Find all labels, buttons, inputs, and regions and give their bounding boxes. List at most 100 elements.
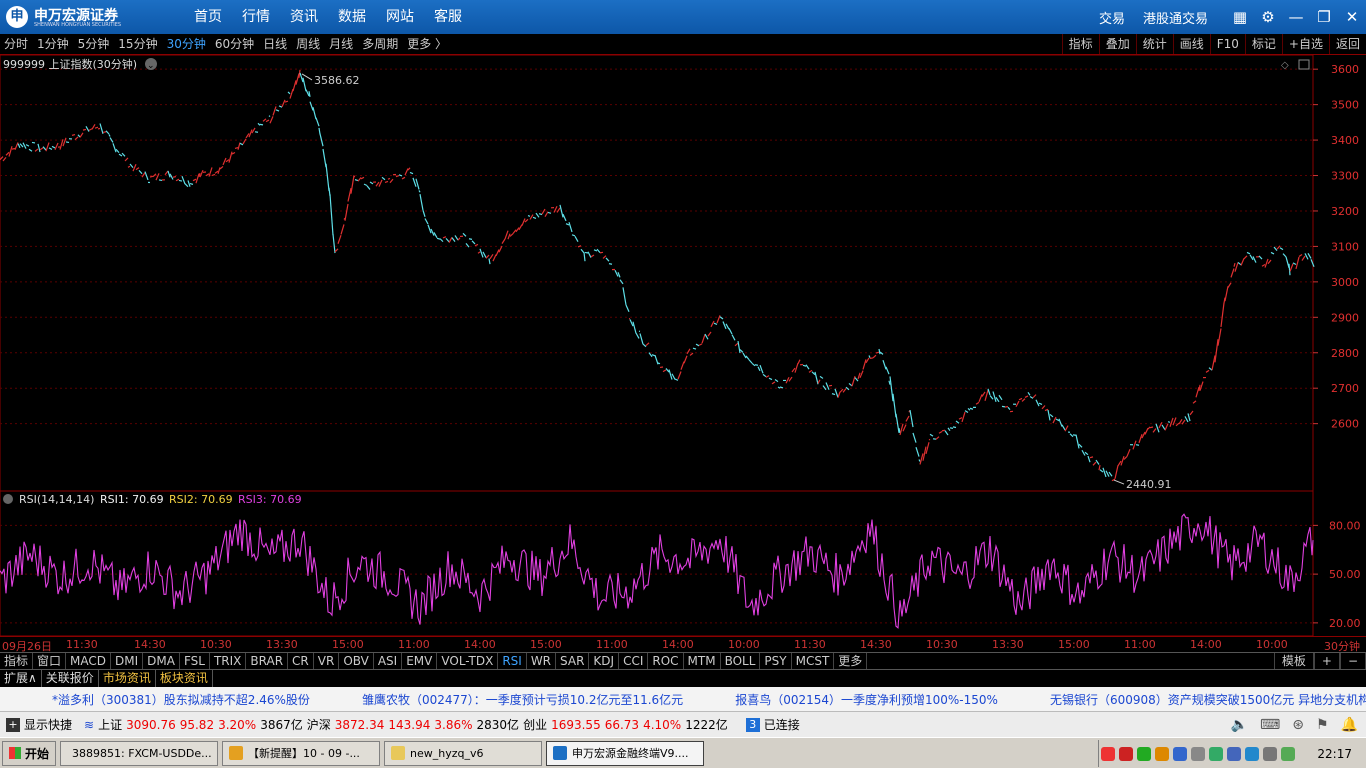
- ind-tab-mcst[interactable]: MCST: [792, 653, 835, 669]
- ind-tab-vr[interactable]: VR: [314, 653, 340, 669]
- tray-icon[interactable]: [1119, 746, 1134, 761]
- close-icon[interactable]: ✕: [1338, 0, 1366, 34]
- add-pane-button[interactable]: +: [1313, 653, 1340, 669]
- tray-icon[interactable]: [1281, 746, 1296, 761]
- tray-icon[interactable]: [1263, 746, 1278, 761]
- ind-tab-macd[interactable]: MACD: [66, 653, 112, 669]
- period-weekly[interactable]: 周线: [296, 34, 320, 54]
- minimize-icon[interactable]: —: [1282, 0, 1310, 34]
- tray-icon[interactable]: [1137, 746, 1152, 761]
- ind-tab-brar[interactable]: BRAR: [246, 653, 289, 669]
- tool-draw[interactable]: 画线: [1172, 34, 1210, 54]
- hk-trade-link[interactable]: 港股通交易: [1143, 8, 1208, 27]
- ind-tab-cci[interactable]: CCI: [619, 653, 649, 669]
- nav-website[interactable]: 网站: [378, 0, 422, 34]
- ind-tab-sar[interactable]: SAR: [556, 653, 590, 669]
- tray-icon[interactable]: [1155, 746, 1170, 761]
- quick-display-label[interactable]: 显示快捷: [24, 716, 72, 733]
- ind-tab-kdj[interactable]: KDJ: [589, 653, 620, 669]
- tool-add-watchlist[interactable]: +自选: [1281, 34, 1329, 54]
- period-15min[interactable]: 15分钟: [118, 34, 157, 54]
- ind-tab-emv[interactable]: EMV: [402, 653, 438, 669]
- tray-icon[interactable]: [1173, 746, 1188, 761]
- tool-stats[interactable]: 统计: [1135, 34, 1173, 54]
- diamond-icon[interactable]: ◇: [1281, 60, 1289, 71]
- nav-quotes[interactable]: 行情: [234, 0, 278, 34]
- ind-tab[interactable]: 窗口: [33, 653, 67, 669]
- tool-f10[interactable]: F10: [1209, 34, 1245, 54]
- sector-news-tab[interactable]: 板块资讯: [156, 670, 213, 687]
- taskbar-item[interactable]: 3889851: FXCM-USDDe...: [60, 740, 219, 766]
- tray-icon[interactable]: [1209, 746, 1224, 761]
- sh-index-change: 95.82: [179, 717, 215, 732]
- ind-tab-boll[interactable]: BOLL: [721, 653, 761, 669]
- news-item[interactable]: 雏鹰农牧（002477）：一季度预计亏损10.2亿元至11.6亿元: [362, 691, 683, 708]
- news-item[interactable]: *溢多利（300381）股东拟减持不超2.46%股份: [52, 691, 310, 708]
- ind-tab[interactable]: 指标: [0, 653, 34, 669]
- taskbar-item[interactable]: new_hyzq_v6: [384, 740, 543, 766]
- ind-tab-dma[interactable]: DMA: [143, 653, 180, 669]
- news-item[interactable]: 无锡银行（600908）资产规模突破1500亿元 异地分支机构去年收入大: [1050, 691, 1366, 708]
- related-quotes-tab[interactable]: 关联报价: [42, 670, 99, 687]
- clock[interactable]: 22:17: [1317, 747, 1352, 761]
- keyboard-icon[interactable]: ⌨: [1260, 717, 1280, 733]
- ind-tab-psy[interactable]: PSY: [760, 653, 792, 669]
- nav-news[interactable]: 资讯: [282, 0, 326, 34]
- ind-tab-trix[interactable]: TRIX: [210, 653, 247, 669]
- quick-link-icon[interactable]: ≋: [84, 718, 94, 732]
- news-item[interactable]: 报喜鸟（002154）一季度净利预增100%-150%: [735, 691, 998, 708]
- rsi-dropdown-icon[interactable]: [3, 494, 13, 504]
- tray-icon[interactable]: [1101, 746, 1116, 761]
- volume-icon[interactable]: 🔈: [1231, 717, 1248, 733]
- brand-logo[interactable]: 申 申万宏源证券 SHENWAN HONGYUAN SECURITIES: [6, 4, 130, 30]
- tool-mark[interactable]: 标记: [1244, 34, 1282, 54]
- period-multi[interactable]: 多周期: [362, 34, 398, 54]
- nav-data[interactable]: 数据: [330, 0, 374, 34]
- ind-tab-mtm[interactable]: MTM: [684, 653, 721, 669]
- period-timeshare[interactable]: 分时: [4, 34, 28, 54]
- nav-home[interactable]: 首页: [186, 0, 230, 34]
- period-daily[interactable]: 日线: [263, 34, 287, 54]
- bell-icon[interactable]: 🔔: [1341, 717, 1358, 733]
- ind-tab-cr[interactable]: CR: [288, 653, 314, 669]
- taskbar-item[interactable]: 【新提醒】10 - 09 -...: [222, 740, 381, 766]
- time-label: 13:30: [992, 638, 1024, 651]
- period-30min[interactable]: 30分钟: [167, 34, 206, 54]
- tray-icon[interactable]: [1245, 746, 1260, 761]
- ind-tab-wr[interactable]: WR: [527, 653, 557, 669]
- period-5min[interactable]: 5分钟: [78, 34, 110, 54]
- network-icon[interactable]: ⚑: [1316, 717, 1329, 733]
- tool-overlay[interactable]: 叠加: [1098, 34, 1136, 54]
- ind-tab-rsi[interactable]: RSI: [498, 653, 527, 669]
- price-chart[interactable]: 3600 3500 3400 3300 3200 3100 3000 2900 2800 2700…: [0, 55, 1366, 491]
- taskbar-item-active[interactable]: 申万宏源金融终端V9....: [546, 740, 705, 766]
- tool-indicator[interactable]: 指标: [1061, 34, 1099, 54]
- remove-pane-button[interactable]: −: [1339, 653, 1366, 669]
- period-more[interactable]: 更多 〉: [407, 34, 447, 54]
- ind-tab-dmi[interactable]: DMI: [111, 653, 144, 669]
- period-60min[interactable]: 60分钟: [215, 34, 254, 54]
- expand-tab[interactable]: 扩展∧: [0, 670, 42, 687]
- nav-service[interactable]: 客服: [426, 0, 470, 34]
- tool-back[interactable]: 返回: [1328, 34, 1366, 54]
- restore-icon[interactable]: ❐: [1310, 0, 1338, 34]
- market-news-tab[interactable]: 市场资讯: [99, 670, 156, 687]
- period-monthly[interactable]: 月线: [329, 34, 353, 54]
- ind-tab-more[interactable]: 更多: [834, 653, 868, 669]
- lock-icon[interactable]: ⊛: [1292, 717, 1304, 733]
- ind-tab-roc[interactable]: ROC: [648, 653, 684, 669]
- trade-link[interactable]: 交易: [1099, 8, 1125, 27]
- ind-tab-vol-tdx[interactable]: VOL-TDX: [437, 653, 499, 669]
- rsi-chart[interactable]: 80.00 50.00 20.00 RSI(14,14,14) RSI1: 70.6…: [0, 491, 1366, 636]
- period-1min[interactable]: 1分钟: [37, 34, 69, 54]
- settings-gear-icon[interactable]: ⚙: [1254, 0, 1282, 34]
- ind-tab-asi[interactable]: ASI: [374, 653, 403, 669]
- plus-icon[interactable]: +: [6, 717, 20, 732]
- grid-layout-icon[interactable]: ▦: [1226, 0, 1254, 34]
- ind-tab-fsl[interactable]: FSL: [180, 653, 210, 669]
- start-button[interactable]: 开始: [2, 740, 57, 766]
- template-button[interactable]: 模板: [1273, 653, 1314, 669]
- ind-tab-obv[interactable]: OBV: [339, 653, 374, 669]
- tray-icon[interactable]: [1191, 746, 1206, 761]
- tray-icon[interactable]: [1227, 746, 1242, 761]
